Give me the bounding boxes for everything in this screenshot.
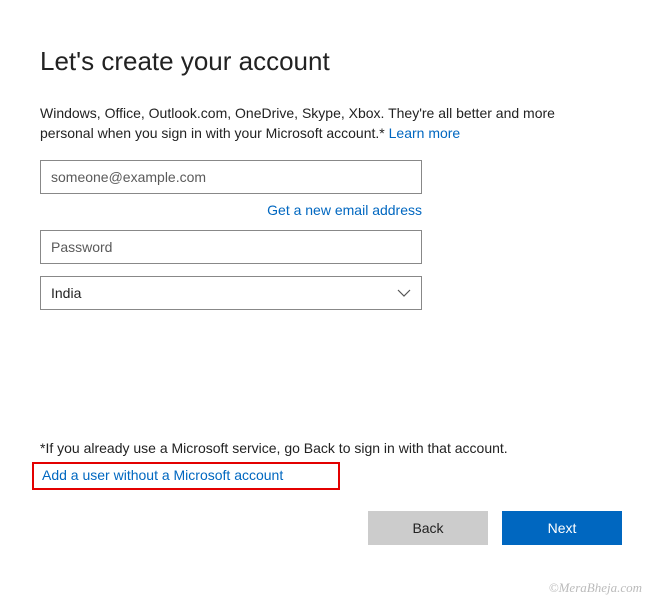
create-account-page: Let's create your account Windows, Offic… xyxy=(0,0,652,600)
bottom-button-bar: Back Next xyxy=(368,511,622,545)
watermark-text: ©MeraBheja.com xyxy=(549,580,642,596)
country-selected-value: India xyxy=(51,277,81,309)
add-user-without-ms-account-link[interactable]: Add a user without a Microsoft account xyxy=(42,467,283,483)
intro-body: Windows, Office, Outlook.com, OneDrive, … xyxy=(40,105,555,141)
chevron-down-icon xyxy=(397,286,411,300)
back-button[interactable]: Back xyxy=(368,511,488,545)
email-field[interactable] xyxy=(40,160,422,194)
footnote-text: *If you already use a Microsoft service,… xyxy=(40,440,508,456)
intro-text: Windows, Office, Outlook.com, OneDrive, … xyxy=(40,103,580,144)
add-user-highlight: Add a user without a Microsoft account xyxy=(32,462,340,490)
next-button[interactable]: Next xyxy=(502,511,622,545)
country-select[interactable]: India xyxy=(40,276,422,310)
get-new-email-link[interactable]: Get a new email address xyxy=(267,202,422,218)
password-field[interactable] xyxy=(40,230,422,264)
new-email-row: Get a new email address xyxy=(40,202,422,220)
page-title: Let's create your account xyxy=(40,46,612,77)
learn-more-link[interactable]: Learn more xyxy=(389,125,461,141)
